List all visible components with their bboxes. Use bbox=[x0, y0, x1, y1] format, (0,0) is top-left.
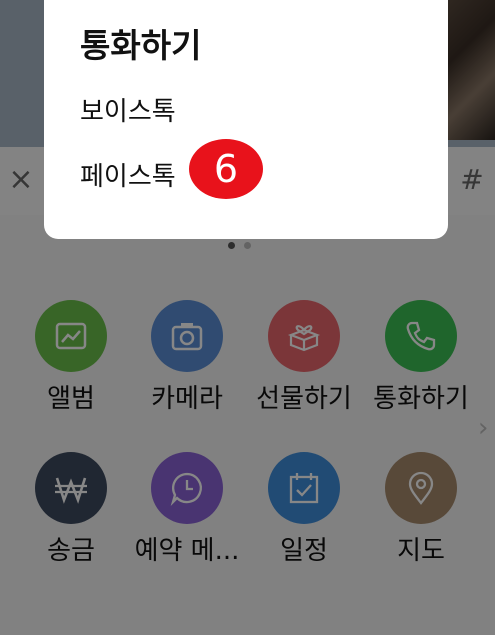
call-options-dialog: 통화하기 보이스톡 페이스톡 bbox=[44, 0, 448, 239]
voice-talk-option[interactable]: 보이스톡 bbox=[80, 95, 176, 129]
dialog-title: 통화하기 bbox=[80, 26, 202, 65]
step-number-badge: 6 bbox=[189, 139, 263, 199]
face-talk-option[interactable]: 페이스톡 bbox=[80, 160, 176, 194]
